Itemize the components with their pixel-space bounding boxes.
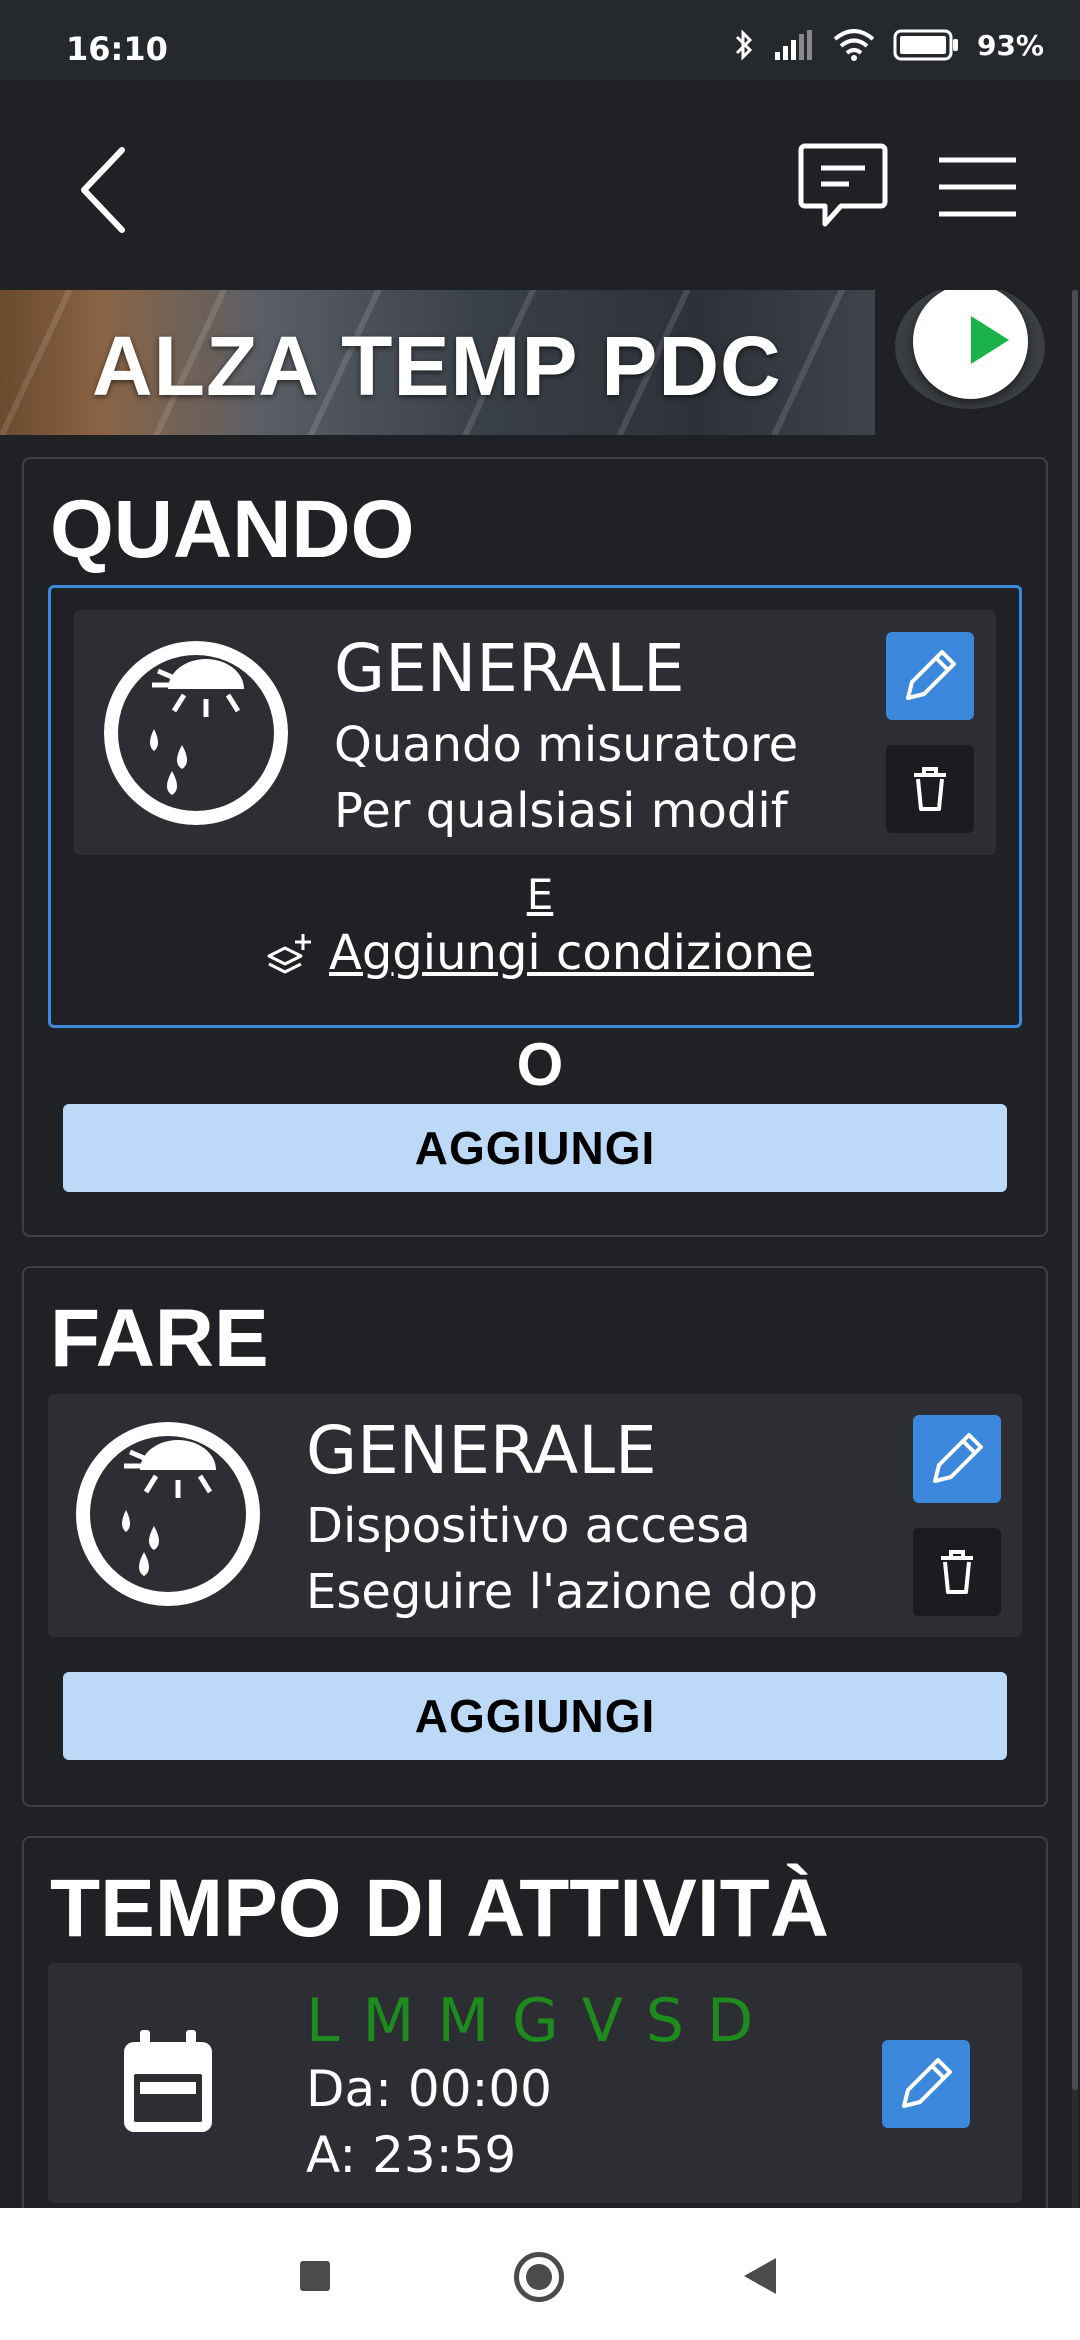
pencil-icon: [933, 1433, 983, 1483]
app-header: [0, 80, 1080, 290]
scene-title: ALZA TEMP PDC: [92, 319, 782, 413]
back-button[interactable]: [70, 140, 140, 240]
recents-button[interactable]: [300, 2261, 330, 2291]
status-icons: 93%: [731, 28, 1044, 62]
status-time: 16:10: [66, 30, 168, 68]
action-item-title: GENERALE: [306, 1412, 657, 1489]
pencil-icon: [906, 650, 956, 700]
schedule-section-title: TEMPO DI ATTIVITÀ: [50, 1863, 829, 1954]
delete-action-button[interactable]: [913, 1528, 1001, 1616]
edit-schedule-button[interactable]: [882, 2040, 970, 2128]
edit-action-button[interactable]: [913, 1415, 1001, 1503]
weather-sun-rain-icon: [76, 1422, 260, 1606]
nav-back-button[interactable]: [744, 2258, 776, 2294]
play-icon: [971, 316, 1009, 364]
trash-icon: [914, 767, 946, 811]
status-bar: 16:10 93%: [0, 0, 1080, 80]
scrollbar[interactable]: [1072, 290, 1078, 2210]
do-section-title: FARE: [50, 1293, 269, 1384]
action-item-line2: Eseguire l'azione dop: [306, 1564, 818, 1620]
menu-button[interactable]: [935, 152, 1020, 222]
schedule-from: Da: 00:00: [306, 2060, 552, 2118]
bluetooth-icon: [735, 29, 753, 61]
when-section-title: QUANDO: [50, 484, 415, 575]
add-action-button[interactable]: AGGIUNGI: [63, 1672, 1007, 1760]
signal-icon: [774, 30, 812, 60]
or-label: O: [516, 1031, 564, 1098]
schedule-days: L M M G V S D: [306, 1986, 756, 2056]
pencil-icon: [902, 2058, 952, 2108]
condition-item-title: GENERALE: [334, 630, 685, 707]
condition-item-line1: Quando misuratore: [334, 717, 799, 773]
scrollbar-thumb[interactable]: [1072, 290, 1078, 2090]
and-label: E: [526, 870, 554, 919]
battery-icon: [893, 29, 958, 61]
calendar-icon: [124, 2030, 212, 2132]
condition-item-line2: Per qualsiasi modif: [334, 783, 788, 839]
weather-sun-rain-icon: [104, 641, 288, 825]
trash-icon: [941, 1550, 973, 1594]
home-button[interactable]: [514, 2252, 564, 2302]
edit-condition-button[interactable]: [886, 632, 974, 720]
add-condition-label: Aggiungi condizione: [329, 925, 814, 981]
delete-condition-button[interactable]: [886, 745, 974, 833]
hamburger-menu-icon: [939, 157, 1016, 217]
run-scene-button[interactable]: [895, 290, 1045, 409]
system-nav-bar: [0, 2208, 1080, 2340]
chevron-left-icon: [81, 147, 125, 233]
add-condition-link[interactable]: Aggiungi condizione: [265, 925, 814, 981]
action-item-line1: Dispositivo accesa: [306, 1498, 751, 1554]
schedule-to: A: 23:59: [306, 2126, 517, 2184]
wifi-icon: [833, 29, 875, 61]
add-layers-icon: [267, 934, 311, 974]
scene-banner: ALZA TEMP PDC: [0, 290, 1080, 435]
battery-percentage: 93%: [976, 28, 1044, 62]
add-trigger-button[interactable]: AGGIUNGI: [63, 1104, 1007, 1192]
chat-button[interactable]: [795, 140, 890, 235]
chat-bubble-icon: [798, 143, 888, 227]
